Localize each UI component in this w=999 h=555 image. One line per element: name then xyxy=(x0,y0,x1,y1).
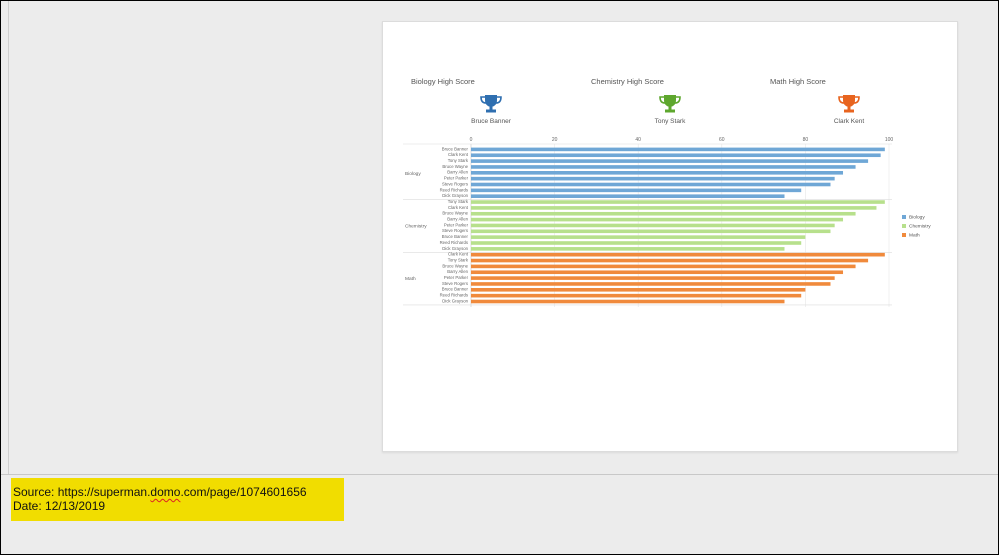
bar xyxy=(471,299,785,304)
source-note: Source: https://superman.domo.com/page/1… xyxy=(11,478,344,521)
bar xyxy=(471,200,885,204)
bar xyxy=(471,293,802,298)
category-label: Reed Richards xyxy=(440,240,468,245)
left-panel-divider xyxy=(8,1,9,475)
bar xyxy=(471,182,831,187)
x-tick-label: 40 xyxy=(635,137,641,143)
bar xyxy=(471,223,835,228)
bar xyxy=(471,217,844,222)
source-line: Source: https://superman.domo.com/page/1… xyxy=(13,485,344,499)
category-label: Bruce Banner xyxy=(442,234,469,239)
category-label: Peter Parker xyxy=(444,275,469,280)
bar xyxy=(471,276,835,280)
bar xyxy=(471,241,802,245)
legend-label: Math xyxy=(909,233,920,239)
category-label: Dick Grayson xyxy=(442,193,468,198)
bar xyxy=(471,176,835,181)
category-label: Tony Stark xyxy=(448,158,469,163)
category-label: Steve Rogers xyxy=(442,228,468,233)
group-label: Chemistry xyxy=(405,224,427,230)
bar xyxy=(471,229,831,234)
bar xyxy=(471,247,785,251)
dashboard-card: Biology High Score Chemistry High Score … xyxy=(382,21,958,452)
bar xyxy=(471,153,881,158)
group-label: Math xyxy=(405,276,416,282)
x-tick-label: 80 xyxy=(803,137,809,143)
category-label: Bruce Banner xyxy=(442,146,469,151)
legend-swatch xyxy=(902,224,906,228)
screenshot-frame: Biology High Score Chemistry High Score … xyxy=(1,1,998,554)
source-suffix: .com/page/1074601656 xyxy=(180,485,307,499)
x-tick-label: 60 xyxy=(719,137,725,143)
category-label: Tony Stark xyxy=(448,199,469,204)
bar xyxy=(471,165,856,169)
category-label: Peter Parker xyxy=(444,222,469,227)
bar xyxy=(471,206,877,210)
category-label: Barry Allen xyxy=(447,217,468,222)
bar xyxy=(471,147,885,152)
x-tick-label: 100 xyxy=(885,137,894,143)
category-label: Steve Rogers xyxy=(442,281,468,286)
legend-label: Chemistry xyxy=(909,224,931,230)
date-line: Date: 12/13/2019 xyxy=(13,499,106,513)
category-label: Bruce Wayne xyxy=(442,164,468,169)
bar xyxy=(471,264,856,269)
bar xyxy=(471,252,885,257)
category-label: Clark Kent xyxy=(448,205,469,210)
bar xyxy=(471,235,806,239)
legend-swatch xyxy=(902,233,906,237)
bar xyxy=(471,159,869,163)
bar xyxy=(471,270,844,275)
category-label: Clark Kent xyxy=(448,152,469,157)
category-label: Bruce Wayne xyxy=(442,263,468,268)
category-label: Bruce Banner xyxy=(442,287,469,292)
bar xyxy=(471,188,802,193)
bar xyxy=(471,258,869,263)
x-tick-label: 20 xyxy=(552,137,558,143)
bar xyxy=(471,288,806,292)
bar xyxy=(471,194,785,198)
bar xyxy=(471,211,856,216)
category-label: Reed Richards xyxy=(440,187,468,192)
category-label: Steve Rogers xyxy=(442,181,468,186)
legend-swatch xyxy=(902,215,906,219)
source-prefix: Source: https://superman. xyxy=(13,485,151,499)
legend-label: Biology xyxy=(909,215,925,221)
bar-chart: 0 20 40 60 80 100BiologyBruce BannerClark Ken… xyxy=(403,137,931,307)
category-label: Tony Stark xyxy=(448,257,469,262)
category-label: Dick Grayson xyxy=(442,298,468,303)
bottom-panel-divider xyxy=(1,474,998,475)
bar xyxy=(471,282,831,286)
category-label: Bruce Wayne xyxy=(442,211,468,216)
category-label: Barry Allen xyxy=(447,170,468,175)
category-label: Dick Grayson xyxy=(442,246,468,251)
x-tick-label: 0 xyxy=(470,137,473,143)
source-underlined: domo xyxy=(150,485,181,499)
category-label: Clark Kent xyxy=(448,252,469,257)
category-label: Reed Richards xyxy=(440,293,468,298)
category-label: Peter Parker xyxy=(444,176,469,181)
bar xyxy=(471,171,844,175)
category-label: Barry Allen xyxy=(447,269,468,274)
group-label: Biology xyxy=(405,171,421,177)
